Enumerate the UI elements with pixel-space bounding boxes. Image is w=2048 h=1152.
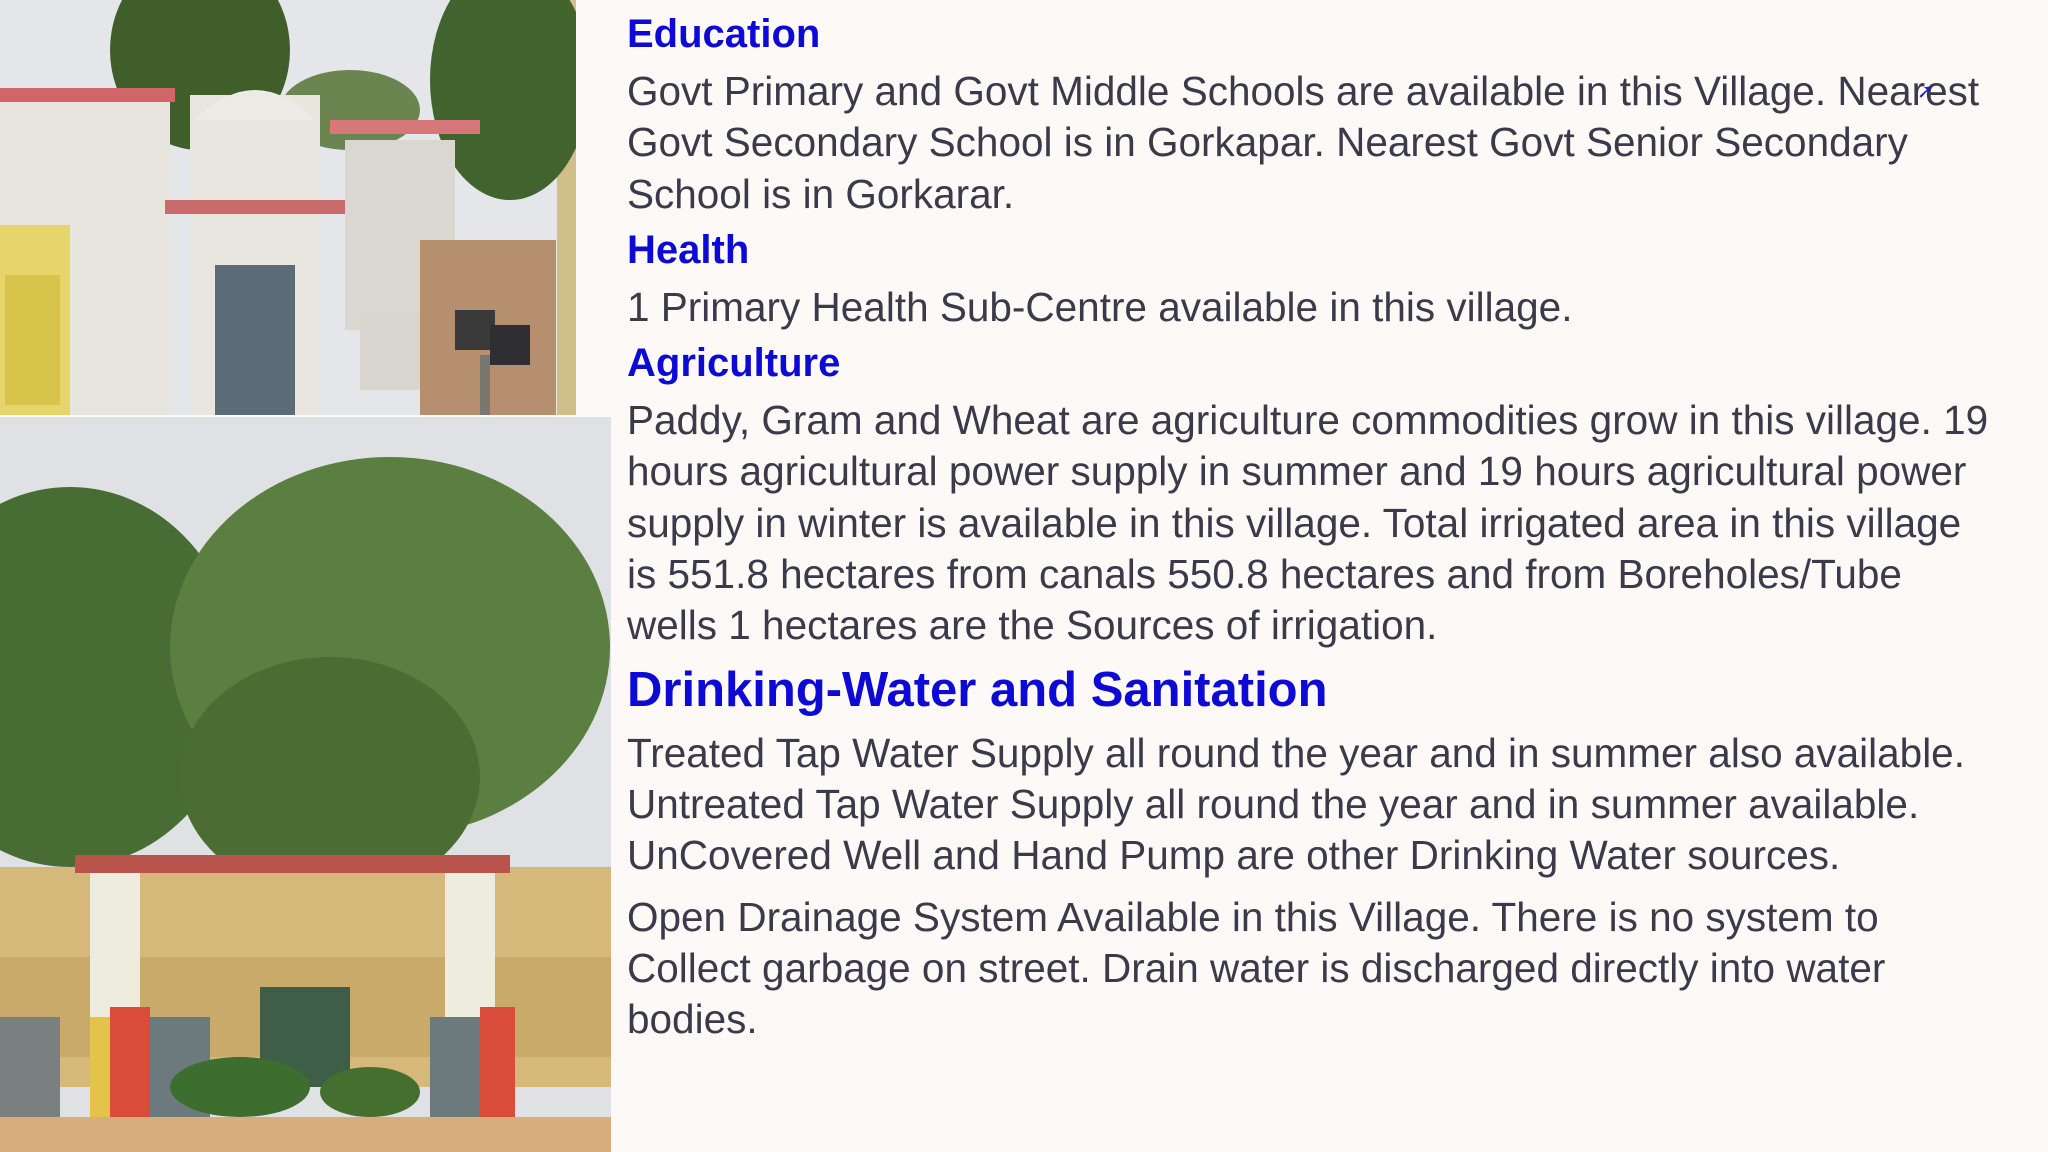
village-info-panel: Education Govt Primary and Govt Middle S… [627, 8, 2048, 1152]
agriculture-text: Paddy, Gram and Wheat are agriculture co… [627, 397, 1989, 649]
education-heading: Education [627, 12, 821, 56]
education-text: Govt Primary and Govt Middle Schools are… [627, 68, 1980, 217]
agriculture-heading: Agriculture [627, 341, 841, 386]
water-supply-text: Treated Tap Water Supply all round the y… [627, 729, 1965, 879]
mouse-pointer-icon: ➚ [1917, 79, 1934, 103]
health-heading: Health [627, 227, 750, 272]
water-sanitation-heading: Drinking-Water and Sanitation [627, 662, 1328, 717]
village-building-photo [0, 0, 576, 415]
school-gate-photo [0, 417, 611, 1152]
sanitation-text: Open Drainage System Available in this V… [627, 893, 1886, 1043]
health-text: 1 Primary Health Sub-Centre available in… [627, 283, 1573, 330]
